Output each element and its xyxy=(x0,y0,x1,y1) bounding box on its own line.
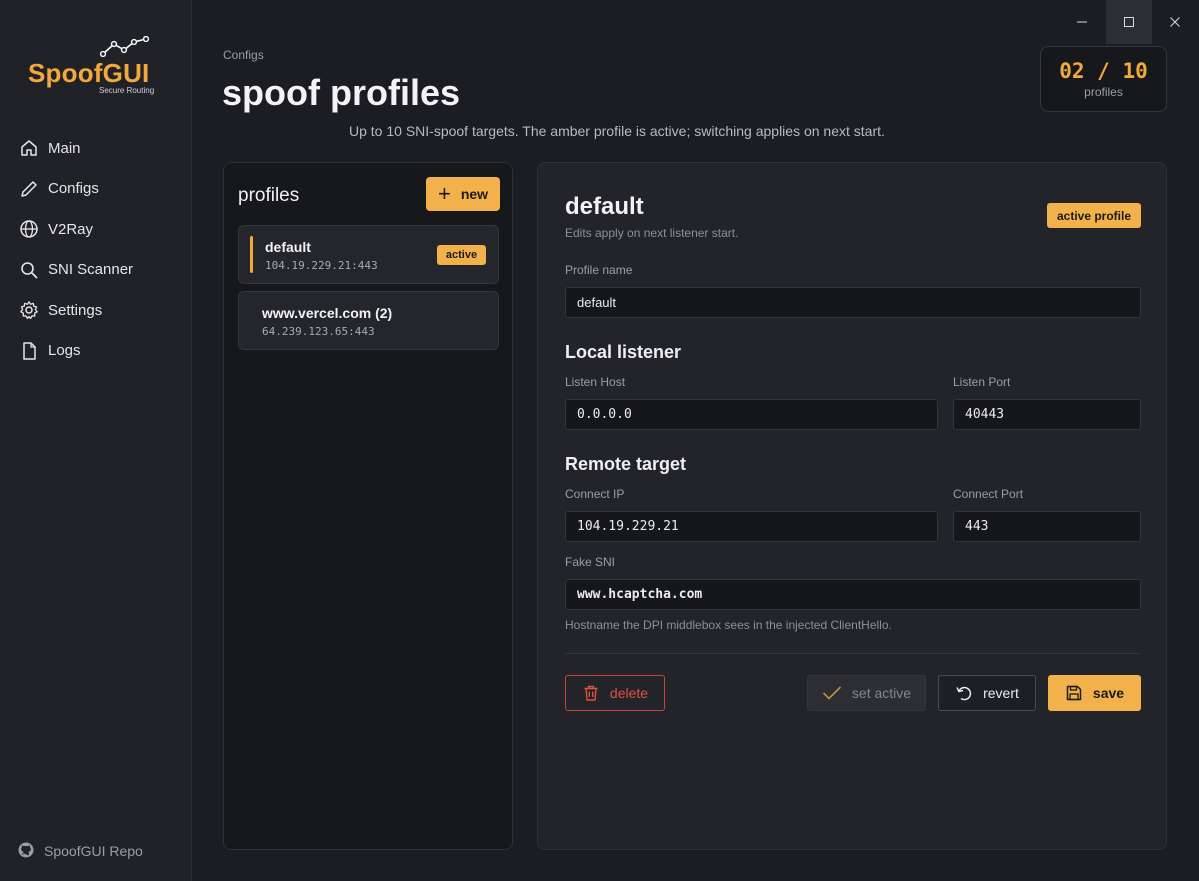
breadcrumb: Configs xyxy=(223,48,264,62)
logo-text: SpoofGUI xyxy=(28,58,150,88)
revert-button[interactable]: revert xyxy=(938,675,1036,711)
sidebar-item-v2ray[interactable]: V2Ray xyxy=(0,209,192,250)
plus-icon: + xyxy=(437,181,451,206)
profile-name-label: Profile name xyxy=(565,263,633,277)
delete-label: delete xyxy=(609,685,649,701)
logo-chart-icon xyxy=(100,36,150,58)
counter-label: profiles xyxy=(1084,85,1123,99)
github-icon xyxy=(18,842,36,860)
local-listener-heading: Local listener xyxy=(565,342,682,362)
sidebar-item-label: V2Ray xyxy=(48,220,94,238)
set-active-button[interactable]: set active xyxy=(807,675,926,711)
profile-name: www.vercel.com (2) xyxy=(262,305,393,321)
connect-port-input[interactable]: 443 xyxy=(953,511,1141,542)
close-icon xyxy=(1170,17,1180,27)
sidebar-item-settings[interactable]: Settings xyxy=(0,290,192,331)
save-button[interactable]: save xyxy=(1048,675,1141,711)
profile-item-vercel[interactable]: www.vercel.com (2) 64.239.123.65:443 xyxy=(238,291,499,350)
connect-port-label: Connect Port xyxy=(953,487,1024,501)
sidebar-item-label: Logs xyxy=(48,342,81,360)
profile-name-input[interactable]: default xyxy=(565,287,1141,318)
repo-link[interactable]: SpoofGUI Repo xyxy=(18,842,143,860)
logo-subtitle: Secure Routing xyxy=(99,86,155,95)
profiles-panel: profiles + new default 104.19.229.21:443… xyxy=(223,162,513,850)
listen-host-input[interactable]: 0.0.0.0 xyxy=(565,399,938,430)
profile-editor: default Edits apply on next listener sta… xyxy=(537,162,1167,850)
delete-button[interactable]: delete xyxy=(565,675,665,711)
gear-icon xyxy=(18,299,40,321)
close-button[interactable] xyxy=(1152,0,1198,44)
trash-icon xyxy=(582,684,600,702)
active-badge: active xyxy=(437,245,486,265)
set-active-label: set active xyxy=(851,685,912,701)
page-title: spoof profiles xyxy=(222,72,461,113)
maximize-icon xyxy=(1124,17,1134,27)
page-description: Up to 10 SNI-spoof targets. The amber pr… xyxy=(349,123,885,139)
minimize-button[interactable] xyxy=(1059,0,1105,44)
listen-host-label: Listen Host xyxy=(565,375,626,389)
sidebar-item-logs[interactable]: Logs xyxy=(0,331,192,372)
pencil-icon xyxy=(18,178,40,200)
new-profile-button[interactable]: + new xyxy=(426,177,500,211)
editor-title: default xyxy=(565,193,644,220)
profile-address: 64.239.123.65:443 xyxy=(262,325,375,338)
search-icon xyxy=(18,259,40,281)
fake-sni-label: Fake SNI xyxy=(565,555,616,569)
profile-address: 104.19.229.21:443 xyxy=(265,259,378,272)
connect-ip-input[interactable]: 104.19.229.21 xyxy=(565,511,938,542)
active-profile-badge: active profile xyxy=(1047,203,1141,228)
fake-sni-input[interactable]: www.hcaptcha.com xyxy=(565,579,1141,610)
profile-counter: 02 / 10 profiles xyxy=(1040,46,1167,112)
editor-subtitle: Edits apply on next listener start. xyxy=(565,226,739,240)
divider xyxy=(565,653,1141,654)
fake-sni-hint: Hostname the DPI middlebox sees in the i… xyxy=(565,618,892,632)
file-icon xyxy=(18,340,40,362)
floppy-disk-icon xyxy=(1065,684,1083,702)
remote-target-heading: Remote target xyxy=(565,454,687,474)
sidebar-item-configs[interactable]: Configs xyxy=(0,169,192,210)
revert-label: revert xyxy=(983,685,1019,701)
repo-label: SpoofGUI Repo xyxy=(44,843,143,859)
sidebar-item-label: Main xyxy=(48,139,81,157)
sidebar-item-sni-scanner[interactable]: SNI Scanner xyxy=(0,250,192,291)
profile-item-default[interactable]: default 104.19.229.21:443 active xyxy=(238,225,499,284)
listen-port-input[interactable]: 40443 xyxy=(953,399,1141,430)
save-label: save xyxy=(1092,685,1125,701)
app-logo: SpoofGUI Secure Routing xyxy=(28,36,168,100)
sidebar: SpoofGUI Secure Routing Main Configs V2R… xyxy=(0,0,192,881)
maximize-button[interactable] xyxy=(1106,0,1152,44)
sidebar-item-label: SNI Scanner xyxy=(48,261,134,279)
new-button-label: new xyxy=(460,186,489,202)
globe-icon xyxy=(18,218,40,240)
minimize-icon xyxy=(1077,21,1087,23)
listen-port-label: Listen Port xyxy=(953,375,1011,389)
sidebar-item-main[interactable]: Main xyxy=(0,128,192,169)
profile-name: default xyxy=(265,239,311,255)
checkmark-icon xyxy=(822,685,842,701)
home-icon xyxy=(18,137,40,159)
undo-icon xyxy=(955,684,973,702)
profiles-title: profiles xyxy=(238,185,300,206)
counter-value: 02 / 10 xyxy=(1059,59,1148,83)
connect-ip-label: Connect IP xyxy=(565,487,625,501)
sidebar-item-label: Configs xyxy=(48,180,99,198)
nav-menu: Main Configs V2Ray SNI Scanner Settings xyxy=(0,128,192,371)
sidebar-item-label: Settings xyxy=(48,301,103,319)
